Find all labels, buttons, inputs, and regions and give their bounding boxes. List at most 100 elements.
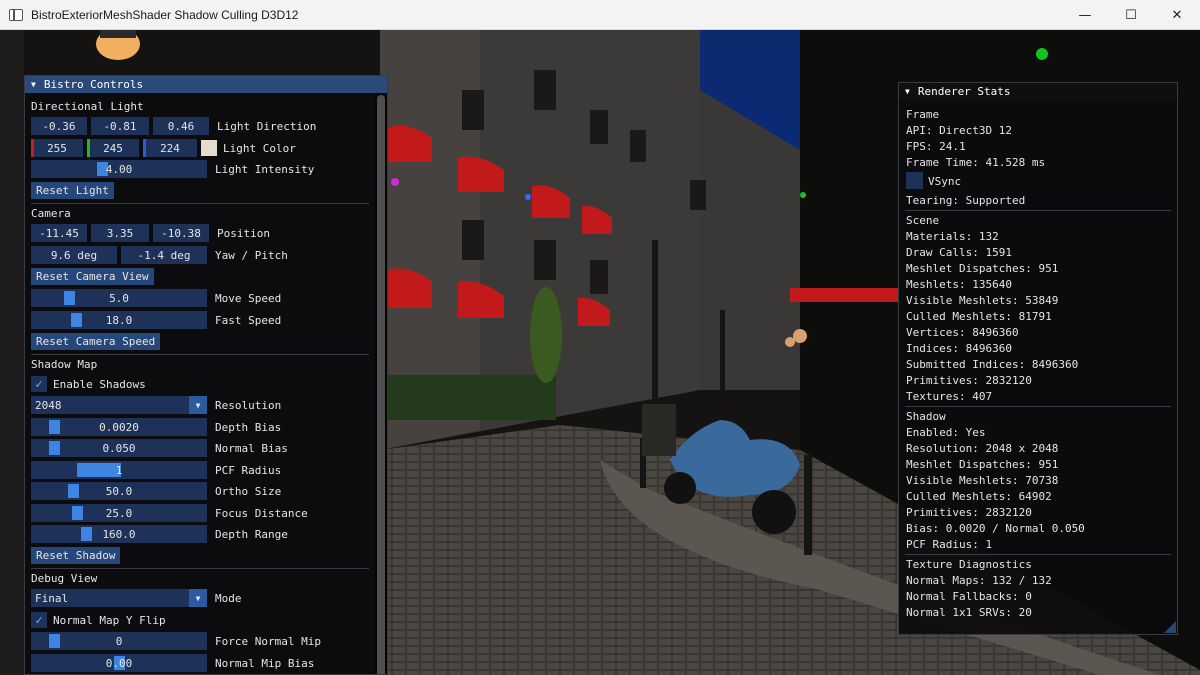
minimize-button[interactable]: — [1062,0,1108,30]
focus-distance-slider[interactable]: 25.0 [31,504,207,522]
chevron-down-icon[interactable]: ▼ [189,396,207,414]
scene-stat-line: Vertices: 8496360 [906,326,1019,339]
slider-grab[interactable] [64,291,75,305]
bistro-controls-title-bar[interactable]: ▼ Bistro Controls [25,76,387,93]
scene-stat-line: Draw Calls: 1591 [906,246,1012,259]
vsync-checkbox[interactable] [906,172,923,189]
pcf-radius-slider[interactable]: 1 [31,461,207,479]
texture-diagnostics-header: Texture Diagnostics [906,558,1032,571]
scene-stat-line: Meshlets: 135640 [906,278,1012,291]
light-color-swatch[interactable] [201,140,217,156]
ortho-size-slider[interactable]: 50.0 [31,482,207,500]
light-color-g-field[interactable]: 245 [87,139,139,157]
section-separator [905,210,1171,211]
camera-yaw-field[interactable]: 9.6 deg [31,246,117,264]
camera-position-y-field[interactable]: 3.35 [91,224,149,242]
enable-shadows-label: Enable Shadows [53,377,146,391]
reset-camera-view-button[interactable]: Reset Camera View [31,268,154,285]
debug-view-header: Debug View [31,572,98,585]
collapse-arrow-icon[interactable]: ▼ [905,87,910,96]
app-icon [9,8,23,21]
depth-range-label: Depth Range [215,527,288,541]
shadow-stat-line: Visible Meshlets: 70738 [906,474,1059,487]
section-separator [31,568,369,569]
scene-stat-line: Textures: 407 [906,390,993,403]
chevron-down-icon[interactable]: ▼ [189,589,207,607]
section-separator [31,203,369,204]
texture-stat-line: Normal Maps: 132 / 132 [906,574,1052,587]
move-speed-slider[interactable]: 5.0 [31,289,207,307]
light-direction-y-field[interactable]: -0.81 [91,117,149,135]
controls-scrollbar[interactable] [375,93,387,674]
reset-light-button[interactable]: Reset Light [31,182,114,199]
shadow-stat-line: Primitives: 2832120 [906,506,1032,519]
shadow-stat-line: Resolution: 2048 x 2048 [906,442,1059,455]
camera-header: Camera [31,207,71,220]
slider-grab[interactable] [81,527,92,541]
debug-mode-combo[interactable]: Final ▼ [31,589,207,607]
normal-mip-bias-label: Normal Mip Bias [215,656,315,670]
slider-grab[interactable] [49,634,60,648]
api-text: API: Direct3D 12 [906,124,1012,137]
slider-grab[interactable] [71,313,82,327]
scene-stat-line: Indices: 8496360 [906,342,1012,355]
section-separator [905,406,1171,407]
red-channel-marker [31,139,34,157]
move-speed-label: Move Speed [215,291,282,305]
slider-grab[interactable] [49,441,60,455]
fps-text: FPS: 24.1 [906,140,966,153]
light-direction-label: Light Direction [217,119,317,133]
fast-speed-slider[interactable]: 18.0 [31,311,207,329]
camera-position-x-field[interactable]: -11.45 [31,224,87,242]
bistro-controls-window[interactable]: ▼ Bistro Controls Directional Light -0.3… [24,75,388,675]
resolution-label: Resolution [215,398,282,412]
normal-mip-bias-slider[interactable]: 0.00 [31,654,207,672]
collapse-arrow-icon[interactable]: ▼ [31,80,36,89]
force-normal-mip-slider[interactable]: 0 [31,632,207,650]
enable-shadows-checkbox[interactable]: ✓ [31,376,47,392]
slider-grab[interactable] [49,420,60,434]
depth-bias-slider[interactable]: 0.0020 [31,418,207,436]
resize-grip[interactable] [1164,621,1176,633]
scene-stat-line: Materials: 132 [906,230,999,243]
camera-position-z-field[interactable]: -10.38 [153,224,209,242]
shadow-stat-line: Enabled: Yes [906,426,986,439]
shadow-header: Shadow [906,410,946,423]
slider-grab[interactable] [68,484,79,498]
scene-stat-line: Submitted Indices: 8496360 [906,358,1079,371]
normal-map-y-flip-checkbox[interactable]: ✓ [31,612,47,628]
light-intensity-slider[interactable]: 4.00 [31,160,207,178]
window-title-bar[interactable]: BistroExteriorMeshShader Shadow Culling … [0,0,1200,30]
maximize-button[interactable]: ☐ [1108,0,1154,30]
slider-grab[interactable] [77,463,121,477]
normal-bias-slider[interactable]: 0.050 [31,439,207,457]
light-direction-x-field[interactable]: -0.36 [31,117,87,135]
bistro-controls-title: Bistro Controls [43,78,144,91]
scene-stat-line: Meshlet Dispatches: 951 [906,262,1059,275]
scene-header: Scene [906,214,940,227]
renderer-stats-title: Renderer Stats [917,85,1011,98]
depth-range-slider[interactable]: 160.0 [31,525,207,543]
reset-shadow-button[interactable]: Reset Shadow [31,547,121,564]
reset-camera-speed-button[interactable]: Reset Camera Speed [31,333,161,350]
light-color-r-field[interactable]: 255 [31,139,83,157]
camera-position-label: Position [217,226,270,240]
texture-stat-line: Normal Fallbacks: 0 [906,590,1032,603]
blue-channel-marker [143,139,146,157]
renderer-stats-window[interactable]: ▼ Renderer Stats Frame API: Direct3D 12 … [898,82,1178,635]
ortho-size-label: Ortho Size [215,484,282,498]
scene-stat-line: Visible Meshlets: 53849 [906,294,1059,307]
close-button[interactable]: ✕ [1154,0,1200,30]
light-direction-z-field[interactable]: 0.46 [153,117,209,135]
slider-grab[interactable] [72,506,83,520]
shadow-map-header: Shadow Map [31,358,98,371]
texture-stat-line: Normal 1x1 SRVs: 20 [906,606,1032,619]
camera-pitch-field[interactable]: -1.4 deg [121,246,207,264]
light-color-b-field[interactable]: 224 [143,139,197,157]
directional-light-header: Directional Light [31,100,144,113]
frame-time-text: Frame Time: 41.528 ms [906,156,1046,169]
renderer-stats-title-bar[interactable]: ▼ Renderer Stats [899,83,1177,100]
pcf-radius-label: PCF Radius [215,463,282,477]
resolution-combo[interactable]: 2048 ▼ [31,396,207,414]
scrollbar-thumb[interactable] [377,95,385,674]
